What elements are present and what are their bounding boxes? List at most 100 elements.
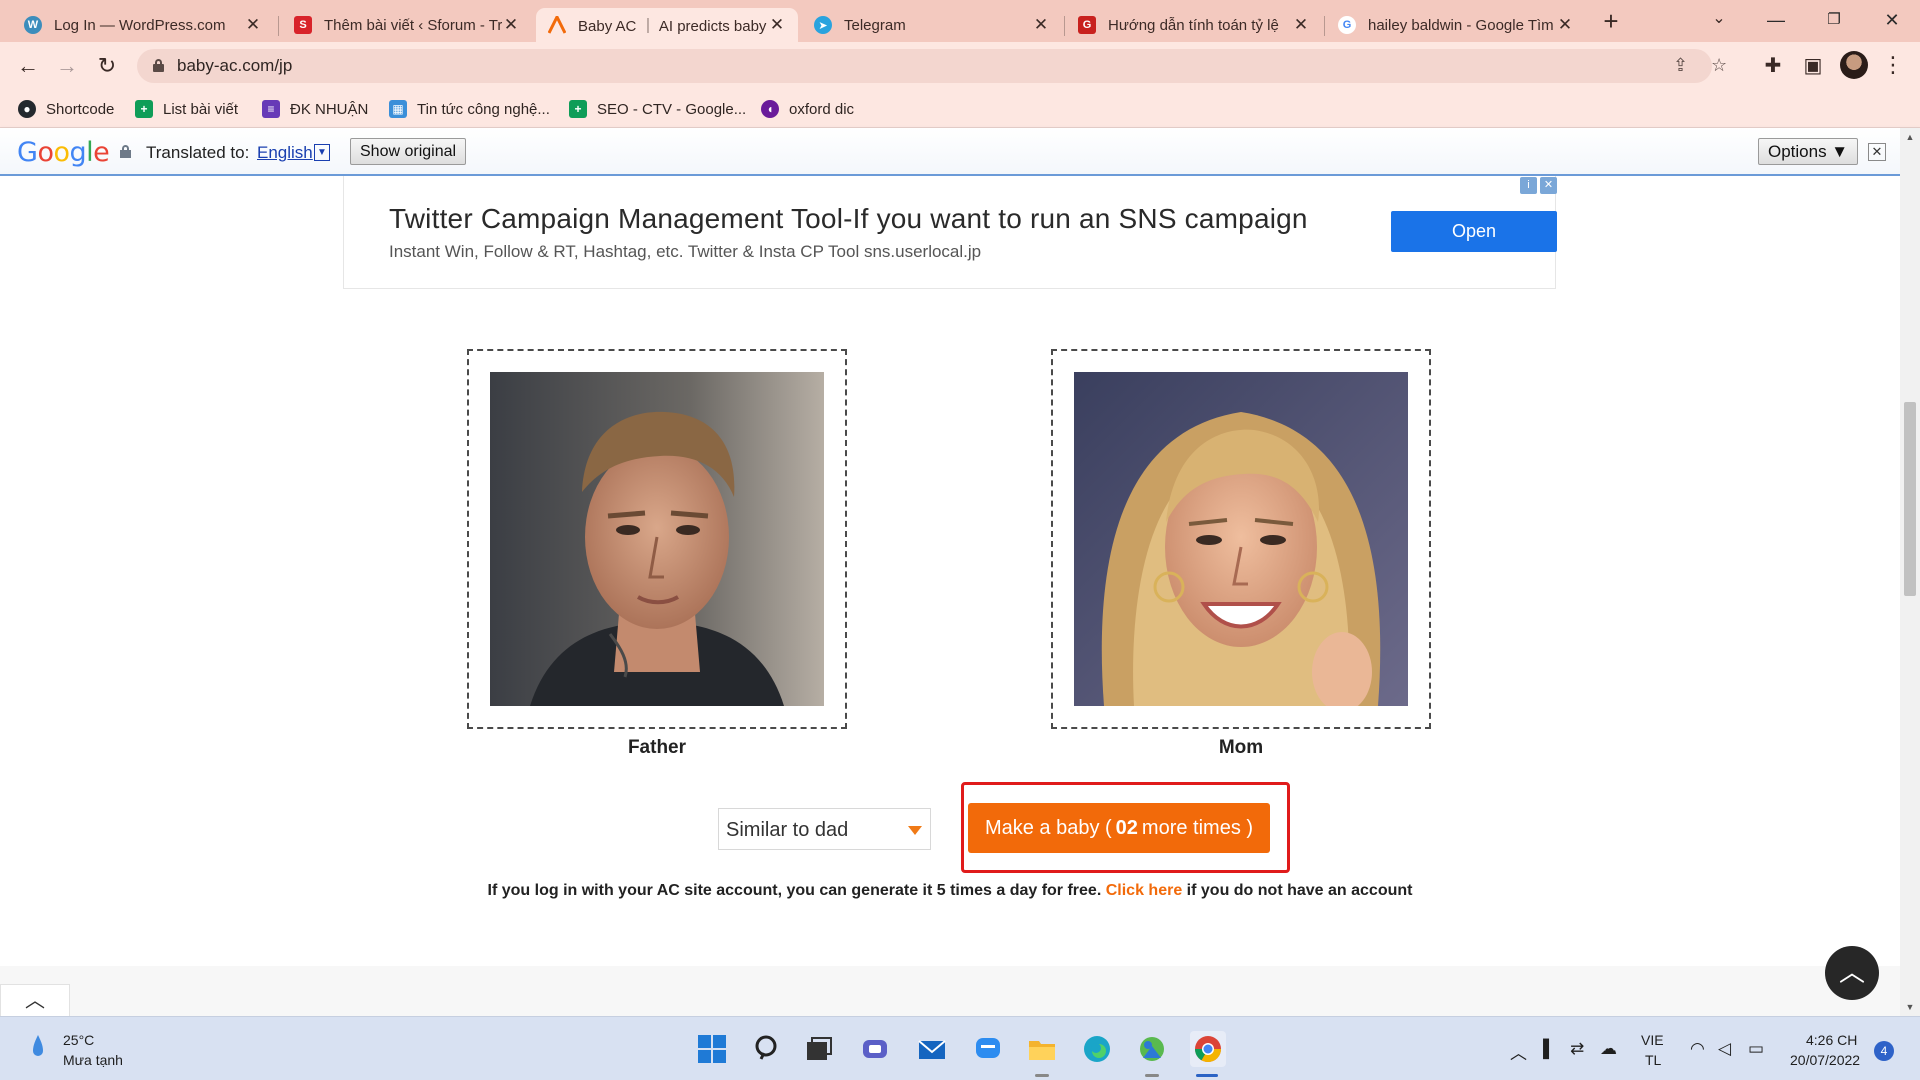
tab-sforum[interactable]: S Thêm bài viết ‹ Sforum - Tra ✕ — [282, 8, 532, 42]
forward-arrow-icon[interactable]: → — [53, 52, 81, 80]
battery-icon[interactable]: ▭ — [1748, 1039, 1764, 1059]
minimize-button[interactable]: — — [1756, 6, 1796, 34]
tab-huong-dan[interactable]: G Hướng dẫn tính toán tỷ lệ ✕ — [1066, 8, 1322, 42]
tab-title: Log In — WordPress.com — [54, 16, 226, 34]
bookmark-label: SEO - CTV - Google... — [597, 100, 747, 118]
clock-time[interactable]: 4:26 CH — [1806, 1032, 1857, 1048]
messenger-icon[interactable] — [970, 1031, 1006, 1067]
tab-separator — [278, 16, 279, 36]
ad-title[interactable]: Twitter Campaign Management Tool-If you … — [389, 203, 1308, 235]
target-language-link[interactable]: English — [257, 143, 313, 163]
father-photo-dropzone[interactable] — [467, 349, 847, 729]
sheets-icon: + — [569, 100, 587, 118]
file-explorer-icon[interactable] — [1024, 1031, 1060, 1067]
ad-close-icon[interactable]: ✕ — [1540, 177, 1557, 194]
tab-baby-ac[interactable]: Baby AC ｜ AI predicts baby ✕ — [536, 8, 798, 42]
bookmark-star-icon[interactable]: ☆ — [1711, 55, 1727, 76]
back-arrow-icon[interactable]: ← — [14, 52, 42, 80]
tab-search-icon[interactable]: ⌄ — [1708, 8, 1730, 28]
ad-info-icon[interactable]: i — [1520, 177, 1537, 194]
new-tab-button[interactable]: + — [1598, 6, 1624, 36]
github-icon: ● — [18, 100, 36, 118]
tab-google-search[interactable]: G hailey baldwin - Google Tìm ✕ — [1326, 8, 1586, 42]
sforum-icon: S — [294, 16, 312, 34]
input-language[interactable]: VIE — [1641, 1032, 1664, 1048]
tab-telegram[interactable]: ➤ Telegram ✕ — [802, 8, 1062, 42]
close-tab-icon[interactable]: ✕ — [1032, 15, 1050, 35]
ad-description: Instant Win, Follow & RT, Hashtag, etc. … — [389, 242, 982, 261]
similarity-select-value: Similar to dad — [726, 819, 849, 841]
close-tab-icon[interactable]: ✕ — [244, 15, 262, 35]
bookmark-list-bai-viet[interactable]: + List bài viết — [135, 98, 238, 120]
bookmark-label: ĐK NHUẬN — [290, 100, 369, 118]
scrollbar-thumb[interactable] — [1904, 402, 1916, 596]
ad-banner[interactable]: i ✕ Twitter Campaign Management Tool-If … — [343, 176, 1557, 289]
task-view-icon[interactable] — [801, 1031, 837, 1067]
teams-chat-icon[interactable] — [857, 1031, 893, 1067]
close-tab-icon[interactable]: ✕ — [502, 15, 520, 35]
onedrive-cloud-icon[interactable]: ☁ — [1600, 1039, 1617, 1059]
weather-temperature[interactable]: 25°C — [63, 1032, 94, 1048]
bookmark-shortcode[interactable]: ● Shortcode — [18, 98, 114, 120]
baby-ac-icon — [548, 16, 566, 34]
bookmark-tin-tuc[interactable]: ▦ Tin tức công nghệ... — [389, 98, 550, 120]
make-baby-button[interactable]: Make a baby ( 02 more times ) — [968, 803, 1270, 853]
wifi-icon[interactable]: ◠ — [1690, 1039, 1705, 1059]
back-to-top-button[interactable]: ︿ — [1825, 946, 1879, 1000]
language-dropdown-arrow-icon[interactable]: ▼ — [314, 144, 330, 161]
signup-link[interactable]: Click here — [1106, 882, 1182, 899]
weather-description[interactable]: Mưa tạnh — [63, 1052, 123, 1068]
kebab-menu-icon[interactable]: ⋮ — [1882, 52, 1904, 78]
close-tab-icon[interactable]: ✕ — [1292, 15, 1310, 35]
url-text[interactable]: baby-ac.com/jp — [177, 56, 292, 76]
chrome-browser-icon[interactable] — [1190, 1031, 1226, 1067]
edge-browser-icon[interactable] — [1079, 1031, 1115, 1067]
mom-label: Mom — [1218, 737, 1264, 758]
close-tab-icon[interactable]: ✕ — [1556, 15, 1574, 35]
app-tray-icon[interactable]: ▐ — [1537, 1039, 1549, 1059]
mail-icon[interactable] — [914, 1031, 950, 1067]
tab-wordpress[interactable]: W Log In — WordPress.com ✕ — [12, 8, 274, 42]
ad-choices[interactable]: i ✕ — [1517, 177, 1557, 195]
footer-strip — [0, 966, 1900, 1016]
clock-date[interactable]: 20/07/2022 — [1790, 1052, 1860, 1068]
restore-button[interactable]: ❐ — [1814, 6, 1854, 34]
photos-app-icon[interactable] — [1134, 1031, 1170, 1067]
extensions-puzzle-icon[interactable]: ✚ — [1760, 53, 1786, 78]
transfer-icon[interactable]: ⇄ — [1570, 1039, 1584, 1059]
bookmark-seo-ctv[interactable]: + SEO - CTV - Google... — [569, 98, 746, 120]
start-windows-icon[interactable] — [694, 1031, 730, 1067]
address-bar[interactable]: baby-ac.com/jp ⇪ ☆ — [137, 49, 1727, 83]
ad-open-button[interactable]: Open — [1391, 211, 1557, 252]
close-window-button[interactable]: ✕ — [1872, 6, 1912, 34]
close-translate-bar-icon[interactable]: ✕ — [1868, 143, 1886, 161]
running-indicator — [1145, 1074, 1159, 1077]
mom-photo — [1074, 372, 1408, 706]
active-indicator — [1196, 1074, 1218, 1077]
telegram-icon: ➤ — [814, 16, 832, 34]
profile-avatar[interactable] — [1840, 51, 1868, 79]
notification-badge[interactable]: 4 — [1874, 1041, 1894, 1061]
side-panel-icon[interactable]: ▣ — [1800, 53, 1826, 78]
scroll-up-arrow-icon[interactable]: ▲ — [1905, 132, 1915, 142]
translate-options-button[interactable]: Options ▼ — [1758, 138, 1859, 165]
chevron-up-icon[interactable]: ︿ — [0, 984, 70, 1016]
similarity-select[interactable]: Similar to dad — [718, 808, 931, 850]
bookmark-dk-nhuan[interactable]: ≡ ĐK NHUẬN — [262, 98, 368, 120]
show-hidden-icons-icon[interactable]: ︿ — [1510, 1039, 1527, 1064]
bookmark-oxford[interactable]: ◖ oxford dic — [761, 98, 854, 120]
weather-icon[interactable] — [30, 1033, 46, 1063]
volume-icon[interactable]: ◁ — [1718, 1039, 1731, 1059]
bookmarks-bar: ● Shortcode + List bài viết ≡ ĐK NHUẬN ▦… — [0, 90, 1920, 128]
reload-icon[interactable]: ↻ — [93, 52, 121, 80]
show-original-button[interactable]: Show original — [350, 138, 467, 165]
input-method[interactable]: TL — [1645, 1052, 1661, 1068]
scroll-down-arrow-icon[interactable]: ▼ — [1905, 1002, 1915, 1012]
close-tab-icon[interactable]: ✕ — [768, 15, 786, 35]
page-scrollbar[interactable]: ▲ ▼ — [1900, 128, 1920, 1016]
share-icon[interactable]: ⇪ — [1673, 55, 1688, 76]
tab-title: Telegram — [844, 16, 906, 34]
search-icon[interactable] — [750, 1031, 786, 1067]
tab-separator — [1064, 16, 1065, 36]
mom-photo-dropzone[interactable] — [1051, 349, 1431, 729]
